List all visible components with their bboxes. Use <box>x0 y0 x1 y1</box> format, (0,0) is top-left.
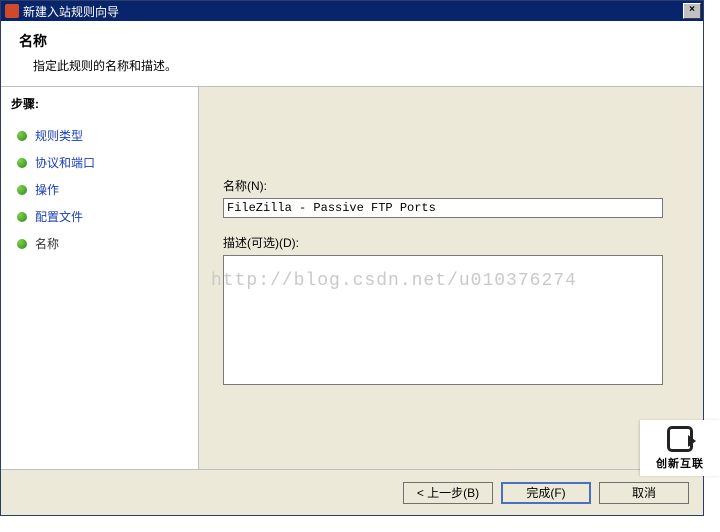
wizard-dialog: 新建入站规则向导 × 名称 指定此规则的名称和描述。 步骤: 规则类型 协议和端… <box>0 0 704 516</box>
step-bullet-icon <box>17 131 27 141</box>
page-title: 名称 <box>19 31 685 51</box>
description-label: 描述(可选)(D): <box>223 234 679 251</box>
window-title: 新建入站规则向导 <box>23 3 119 20</box>
steps-sidebar: 步骤: 规则类型 协议和端口 操作 配置文件 名称 <box>1 87 199 507</box>
step-label: 操作 <box>35 181 59 198</box>
step-bullet-icon <box>17 212 27 222</box>
description-textarea[interactable] <box>223 255 663 385</box>
step-bullet-icon <box>17 158 27 168</box>
step-bullet-icon <box>17 185 27 195</box>
step-label: 规则类型 <box>35 127 83 144</box>
firewall-icon <box>5 4 19 18</box>
step-label: 协议和端口 <box>35 154 95 171</box>
step-label: 名称 <box>35 235 59 252</box>
wizard-body: 步骤: 规则类型 协议和端口 操作 配置文件 名称 名称 <box>1 87 703 507</box>
brand-logo-icon <box>667 426 693 452</box>
button-row: < 上一步(B) 完成(F) 取消 <box>1 469 703 515</box>
step-profile[interactable]: 配置文件 <box>11 203 188 230</box>
step-bullet-icon <box>17 239 27 249</box>
page-subtitle: 指定此规则的名称和描述。 <box>19 57 685 74</box>
wizard-header: 名称 指定此规则的名称和描述。 <box>1 21 703 87</box>
name-label: 名称(N): <box>223 177 679 194</box>
titlebar[interactable]: 新建入站规则向导 × <box>1 1 703 21</box>
close-button[interactable]: × <box>683 3 701 19</box>
cancel-button[interactable]: 取消 <box>599 482 689 504</box>
brand-name: 创新互联 <box>656 455 704 471</box>
brand-badge: 创新互联 <box>640 420 720 476</box>
back-button[interactable]: < 上一步(B) <box>403 482 493 504</box>
step-name[interactable]: 名称 <box>11 230 188 257</box>
step-label: 配置文件 <box>35 208 83 225</box>
finish-button[interactable]: 完成(F) <box>501 482 591 504</box>
steps-heading: 步骤: <box>11 95 188 112</box>
wizard-content: 名称(N): 描述(可选)(D): <box>199 87 703 507</box>
step-rule-type[interactable]: 规则类型 <box>11 122 188 149</box>
name-input[interactable] <box>223 198 663 218</box>
step-action[interactable]: 操作 <box>11 176 188 203</box>
step-protocol-ports[interactable]: 协议和端口 <box>11 149 188 176</box>
